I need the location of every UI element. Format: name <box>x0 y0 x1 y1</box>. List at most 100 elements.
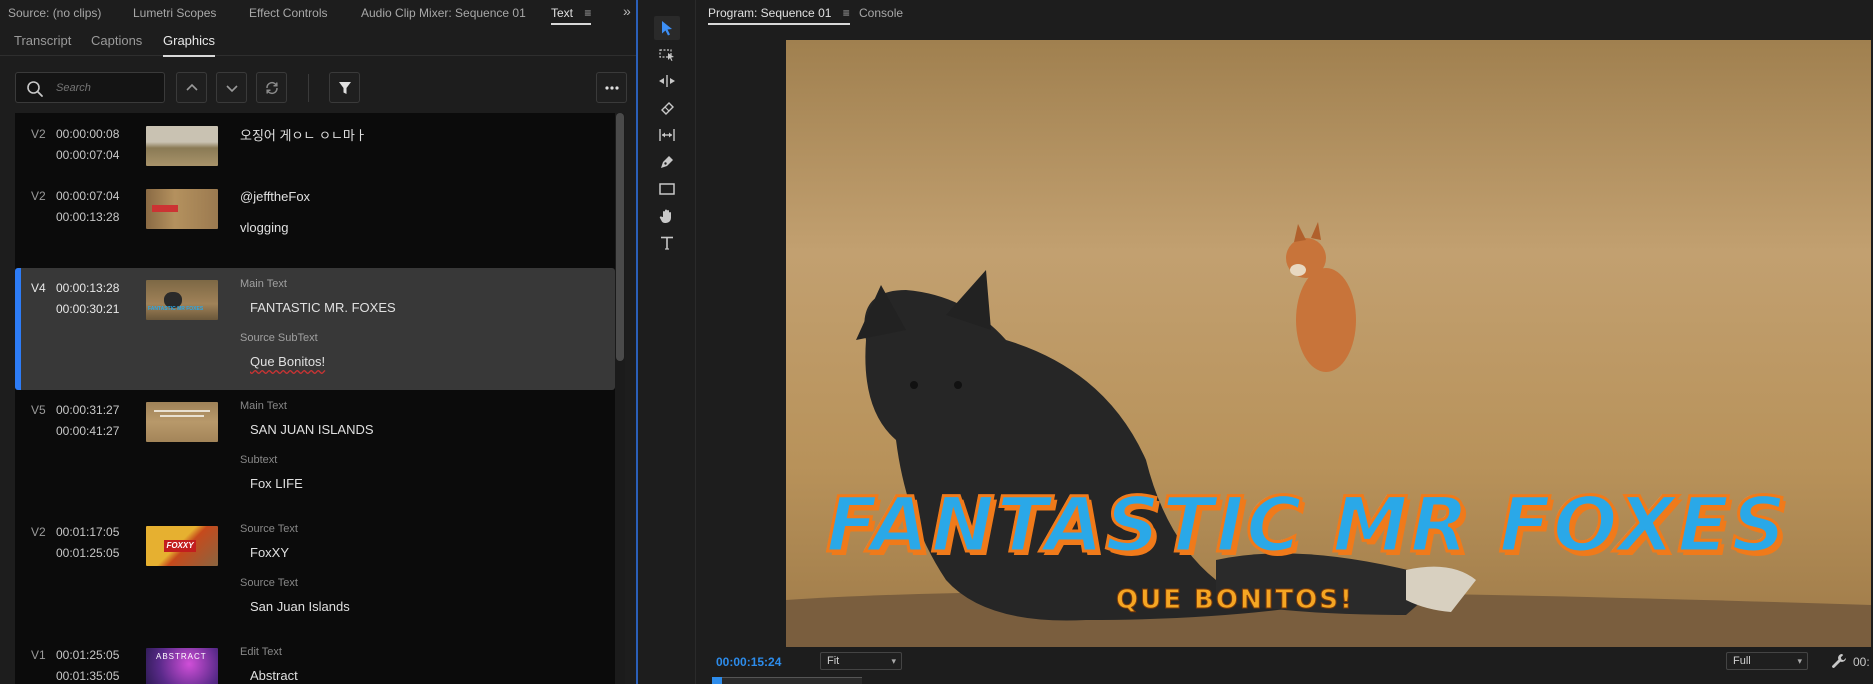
hand-icon <box>659 209 671 223</box>
field-label: Source Text <box>240 523 298 535</box>
clip-thumbnail <box>146 402 218 442</box>
search-box[interactable] <box>15 72 165 103</box>
text-value[interactable]: 오징어 게ㅇㄴ ㅇㄴ마ㅏ <box>240 125 367 144</box>
panel-menu-icon[interactable]: ≡ <box>584 6 591 20</box>
next-button[interactable] <box>216 72 247 103</box>
text-subtabs: Transcript Captions Graphics <box>0 28 636 57</box>
rectangle-icon <box>659 183 675 195</box>
text-value[interactable]: Abstract <box>250 668 298 683</box>
selection-tool[interactable] <box>654 16 680 40</box>
tab-program[interactable]: Program: Sequence 01 ≡ <box>708 6 850 25</box>
in-point: 00:00:13:28 <box>56 281 120 295</box>
tools-panel <box>640 0 695 684</box>
chevron-down-icon: ▾ <box>1797 656 1802 666</box>
playhead-marker[interactable] <box>712 677 722 684</box>
chevron-up-icon <box>185 83 198 91</box>
in-point: 00:01:17:05 <box>56 525 120 539</box>
list-item[interactable]: V2 00:01:17:05 00:01:25:05 FOXXY Source … <box>15 513 615 636</box>
replace-button[interactable] <box>256 72 287 103</box>
list-scrollbar[interactable] <box>615 113 625 684</box>
clip-thumbnail <box>146 189 218 229</box>
chevron-down-icon: ▾ <box>891 656 896 666</box>
scrollbar-thumb[interactable] <box>616 113 624 361</box>
razor-tool[interactable] <box>654 96 680 120</box>
search-input[interactable] <box>56 80 156 96</box>
wrench-icon[interactable] <box>1830 652 1848 670</box>
track-select-tool[interactable] <box>654 42 680 66</box>
duration-timecode: 00: <box>1853 655 1870 669</box>
tab-effect-controls[interactable]: Effect Controls <box>249 6 327 20</box>
text-value[interactable]: FANTASTIC MR. FOXES <box>250 300 396 315</box>
field-label: Main Text <box>240 278 287 290</box>
list-item[interactable]: V5 00:00:31:27 00:00:41:27 Main Text SAN… <box>15 390 615 513</box>
video-preview[interactable]: FANTASTIC MR FOXES QUE BONITOS! <box>786 40 1871 647</box>
previous-button[interactable] <box>176 72 207 103</box>
playback-resolution-value: Full <box>1733 655 1751 667</box>
list-item-selected[interactable]: V4 00:00:13:28 00:00:30:21 FANTASTIC MR … <box>15 268 615 390</box>
pen-tool[interactable] <box>654 150 680 174</box>
in-point: 00:00:00:08 <box>56 127 120 141</box>
program-monitor: Program: Sequence 01 ≡ Console FANTASTIC… <box>696 0 1873 684</box>
subtitle-overlay-text[interactable]: QUE BONITOS! <box>1116 585 1416 616</box>
refresh-icon <box>265 81 278 94</box>
tab-source[interactable]: Source: (no clips) <box>8 6 101 20</box>
filter-button[interactable] <box>329 72 360 103</box>
toolbar-separator <box>308 74 309 102</box>
out-point: 00:01:35:05 <box>56 669 120 683</box>
out-point: 00:00:41:27 <box>56 424 120 438</box>
track-label: V2 <box>31 127 46 141</box>
out-point: 00:00:30:21 <box>56 302 120 316</box>
tab-console[interactable]: Console <box>859 6 903 20</box>
subtab-graphics-label: Graphics <box>163 33 216 48</box>
playhead-timecode[interactable]: 00:00:15:24 <box>716 655 781 669</box>
list-item[interactable]: V1 00:01:25:05 00:01:35:05 ABSTRACT Edit… <box>15 636 615 684</box>
text-value[interactable]: vlogging <box>240 220 288 235</box>
ripple-edit-tool[interactable] <box>654 69 680 93</box>
thumbnail-caption: FANTASTIC MR FOXES <box>148 306 204 312</box>
clip-thumbnail: FOXXY <box>146 526 218 566</box>
playback-resolution-select[interactable]: Full ▾ <box>1726 652 1808 670</box>
hand-tool[interactable] <box>654 204 680 228</box>
razor-icon <box>661 102 674 115</box>
tab-audio-clip-mixer[interactable]: Audio Clip Mixer: Sequence 01 <box>361 6 526 20</box>
text-value[interactable]: FoxXY <box>250 545 289 560</box>
title-overlay-text[interactable]: FANTASTIC MR FOXES <box>825 479 1866 571</box>
subtab-transcript[interactable]: Transcript <box>14 33 71 48</box>
more-options-button[interactable] <box>596 72 627 103</box>
slip-icon <box>659 129 675 141</box>
text-value[interactable]: SAN JUAN ISLANDS <box>250 422 374 437</box>
ripple-edit-icon <box>659 75 675 87</box>
slip-tool[interactable] <box>654 123 680 147</box>
text-value[interactable]: Que Bonitos! <box>250 354 325 369</box>
tab-text[interactable]: Text ≡ <box>551 6 592 25</box>
subtab-captions[interactable]: Captions <box>91 33 142 48</box>
thumbnail-caption: FOXXY <box>164 540 196 552</box>
out-point: 00:01:25:05 <box>56 546 120 560</box>
active-tab-underline <box>708 23 850 25</box>
rectangle-tool[interactable] <box>654 177 680 201</box>
list-item[interactable]: V2 00:00:07:04 00:00:13:28 @jefftheFox v… <box>15 175 615 268</box>
graphics-list: V2 00:00:00:08 00:00:07:04 오징어 게ㅇㄴ ㅇㄴ마ㅏ … <box>15 113 615 684</box>
type-tool[interactable] <box>654 231 680 255</box>
text-value[interactable]: @jefftheFox <box>240 189 310 204</box>
list-item[interactable]: V2 00:00:00:08 00:00:07:04 오징어 게ㅇㄴ ㅇㄴ마ㅏ <box>15 113 615 175</box>
type-t-icon <box>661 236 673 250</box>
tab-text-label: Text <box>551 6 574 20</box>
subtab-graphics[interactable]: Graphics <box>163 33 216 57</box>
in-point: 00:00:31:27 <box>56 403 120 417</box>
program-menu-icon[interactable]: ≡ <box>843 6 850 20</box>
thumbnail-caption: ABSTRACT <box>156 652 207 661</box>
playback-timeline-bar[interactable] <box>712 677 862 684</box>
pen-icon <box>661 156 673 168</box>
thumbnail-text-line <box>154 410 210 412</box>
text-value[interactable]: San Juan Islands <box>250 599 350 614</box>
track-label: V4 <box>31 281 46 295</box>
tab-lumetri-scopes[interactable]: Lumetri Scopes <box>133 6 216 20</box>
more-horizontal-icon <box>604 85 619 90</box>
zoom-level-select[interactable]: Fit ▾ <box>820 652 902 670</box>
text-value[interactable]: Fox LIFE <box>250 476 303 491</box>
search-icon <box>27 81 43 97</box>
overflow-chevron-icon[interactable]: » <box>623 3 631 19</box>
in-point: 00:01:25:05 <box>56 648 120 662</box>
field-label: Edit Text <box>240 646 282 658</box>
